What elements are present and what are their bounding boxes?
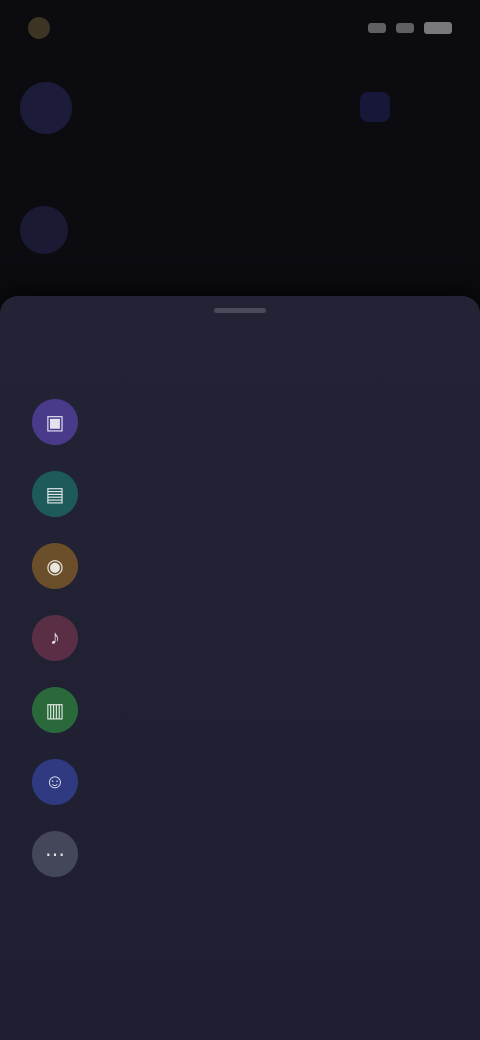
location-icon: ◉: [32, 543, 78, 589]
avatar: [20, 206, 68, 254]
menu-item[interactable]: ♪: [24, 602, 456, 674]
background-app: [0, 56, 480, 306]
battery-icon: [424, 22, 452, 34]
menu-item[interactable]: ◉: [24, 530, 456, 602]
new-chat-icon[interactable]: [360, 92, 390, 122]
signal-icon: [368, 23, 386, 33]
menu-item[interactable]: ☺: [24, 746, 456, 818]
music-icon: ♪: [32, 615, 78, 661]
sheet-menu: ▣ ▤ ◉ ♪ ▥ ☺ ⋯: [24, 386, 456, 890]
wifi-icon: [396, 23, 414, 33]
contact-icon: ☺: [32, 759, 78, 805]
status-bar: [0, 0, 480, 56]
document-icon: ▤: [32, 471, 78, 517]
status-bar-right: [368, 22, 452, 34]
notification-icon: [28, 17, 50, 39]
more-icon: ⋯: [32, 831, 78, 877]
menu-item[interactable]: ▥: [24, 674, 456, 746]
poll-icon: ▥: [32, 687, 78, 733]
menu-item[interactable]: ▤: [24, 458, 456, 530]
screen: ▣ ▤ ◉ ♪ ▥ ☺ ⋯: [0, 0, 480, 1040]
status-bar-left: [28, 17, 62, 39]
menu-item[interactable]: ⋯: [24, 818, 456, 890]
profile-avatar[interactable]: [20, 82, 72, 134]
background-list-item[interactable]: [20, 206, 84, 254]
photo-icon: ▣: [32, 399, 78, 445]
bottom-sheet: ▣ ▤ ◉ ♪ ▥ ☺ ⋯: [0, 296, 480, 1040]
background-header: [0, 56, 480, 156]
sheet-drag-handle[interactable]: [214, 308, 266, 313]
menu-item[interactable]: ▣: [24, 386, 456, 458]
